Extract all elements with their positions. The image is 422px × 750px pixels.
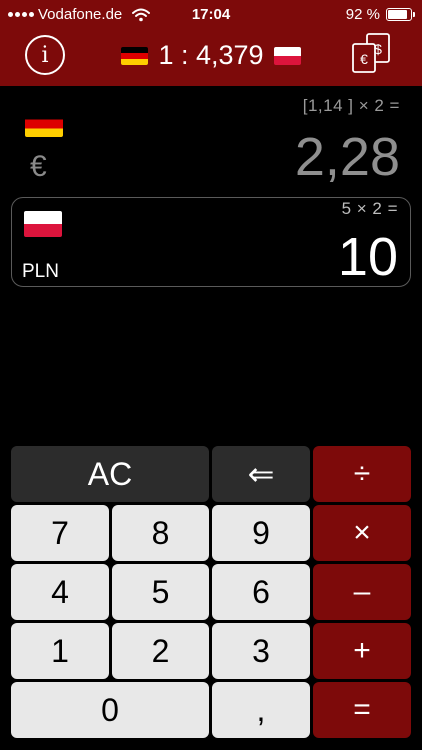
germany-flag-icon xyxy=(121,46,149,65)
poland-flag-icon xyxy=(273,46,301,65)
source-currency-display[interactable]: € [1,14 ] × 2 = 2,28 xyxy=(0,92,422,192)
poland-flag-icon xyxy=(24,211,62,237)
top-bar: Vodafone.de 17:04 92 % i 1 : 4,379 $ € xyxy=(0,0,422,86)
target-currency-display[interactable]: PLN 5 × 2 = 10 xyxy=(11,197,411,287)
source-currency-symbol: € xyxy=(30,150,47,183)
digit-3-button[interactable]: 3 xyxy=(212,623,310,679)
battery-fill xyxy=(388,10,408,19)
digit-5-button[interactable]: 5 xyxy=(112,564,209,620)
euro-symbol: € xyxy=(360,51,368,67)
keypad: AC ⇐ ÷ 7 8 9 × 4 5 6 – 1 2 3 + 0 , = xyxy=(11,446,411,740)
clear-button[interactable]: AC xyxy=(11,446,209,502)
digit-8-button[interactable]: 8 xyxy=(112,505,209,561)
digit-4-button[interactable]: 4 xyxy=(11,564,109,620)
digit-6-button[interactable]: 6 xyxy=(212,564,310,620)
equals-button[interactable]: = xyxy=(313,682,411,738)
plus-button[interactable]: + xyxy=(313,623,411,679)
currency-exchange-button[interactable]: $ € xyxy=(348,31,394,77)
source-expression: [1,14 ] × 2 = xyxy=(302,96,400,115)
target-expression: 5 × 2 = xyxy=(341,199,398,218)
digit-7-button[interactable]: 7 xyxy=(11,505,109,561)
rate-text: 1 : 4,379 xyxy=(158,40,264,70)
multiply-button[interactable]: × xyxy=(313,505,411,561)
dollar-symbol: $ xyxy=(374,41,382,57)
battery-icon xyxy=(386,8,415,21)
digit-9-button[interactable]: 9 xyxy=(212,505,310,561)
source-value: 2,28 xyxy=(294,127,400,187)
digit-0-button[interactable]: 0 xyxy=(11,682,209,738)
decimal-button[interactable]: , xyxy=(212,682,310,738)
status-right: 92 % xyxy=(345,6,415,23)
digit-2-button[interactable]: 2 xyxy=(112,623,209,679)
euro-dollar-exchange-icon: $ € xyxy=(352,33,390,73)
target-value: 10 xyxy=(337,227,398,287)
germany-flag-icon xyxy=(25,111,63,137)
target-currency-code: PLN xyxy=(22,261,59,282)
status-bar: Vodafone.de 17:04 92 % xyxy=(0,0,422,28)
divide-button[interactable]: ÷ xyxy=(313,446,411,502)
minus-button[interactable]: – xyxy=(313,564,411,620)
backspace-button[interactable]: ⇐ xyxy=(212,446,310,502)
digit-1-button[interactable]: 1 xyxy=(11,623,109,679)
header: i 1 : 4,379 $ € xyxy=(0,28,422,86)
battery-percent: 92 % xyxy=(345,6,380,23)
